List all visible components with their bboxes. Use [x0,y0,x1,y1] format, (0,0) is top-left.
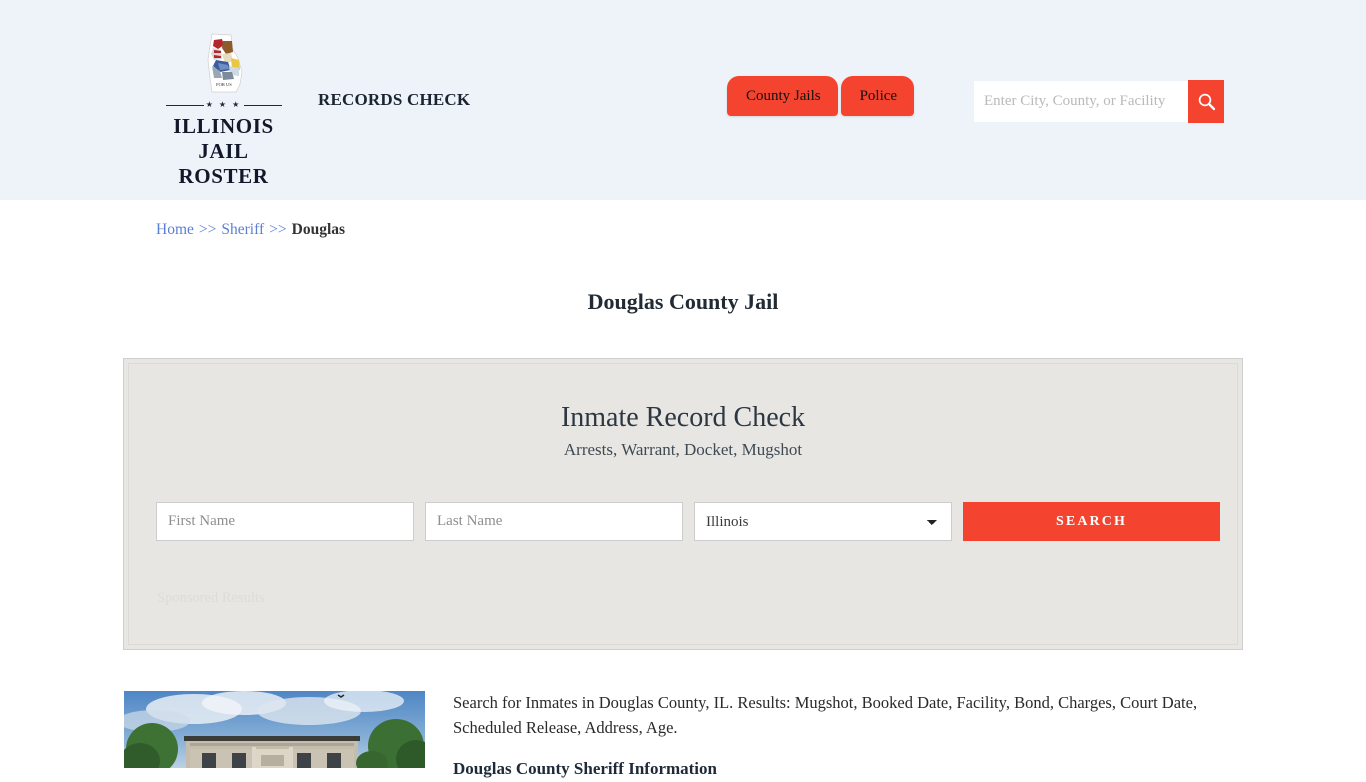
primary-nav: County Jails Police [727,76,915,116]
breadcrumb-separator-1: >> [198,221,217,238]
header-search [974,80,1224,123]
nav-county-jails[interactable]: County Jails [727,76,838,116]
last-name-input[interactable] [425,502,683,541]
sponsored-results-label: Sponsored Results [157,590,265,606]
search-icon [1198,93,1215,111]
nav-police[interactable]: Police [840,76,915,116]
search-button[interactable]: SEARCH [963,502,1220,541]
breadcrumb-home[interactable]: Home [156,221,194,238]
brand-name-line1: ILLINOIS [173,114,274,138]
panel-title: Inmate Record Check [560,402,806,433]
courthouse-thumbnail [124,691,425,768]
inmate-record-check-panel: Inmate Record Check Arrests, Warrant, Do… [123,358,1243,650]
page-title: Douglas County Jail [587,288,779,314]
header-inner: FOR US ★ ★ ★ ILLINOIS JAIL ROSTER RECORD… [123,0,1243,200]
illinois-state-seal-icon: FOR US [198,32,250,98]
header-tagline: RECORDS CHECK [318,90,471,109]
breadcrumb: Home >> Sheriff >> Douglas [156,221,345,239]
svg-text:FOR US: FOR US [216,82,232,87]
brand-divider: ★ ★ ★ [164,100,284,110]
content-subheading: Douglas County Sheriff Information [453,759,717,778]
state-select[interactable]: Illinois [694,502,952,541]
panel-inner: Inmate Record Check Arrests, Warrant, Do… [128,363,1238,645]
inmate-search-form: Illinois SEARCH [156,502,1220,541]
content-paragraph: Search for Inmates in Douglas County, IL… [453,693,1198,737]
first-name-input[interactable] [156,502,414,541]
search-submit-icon-button[interactable] [1188,80,1224,123]
brand-name-line2: JAIL ROSTER [178,139,269,188]
panel-subtitle: Arrests, Warrant, Docket, Mugshot [563,439,803,459]
site-header: FOR US ★ ★ ★ ILLINOIS JAIL ROSTER RECORD… [0,0,1366,200]
breadcrumb-current: Douglas [291,221,346,238]
site-logo[interactable]: FOR US ★ ★ ★ ILLINOIS JAIL ROSTER [156,32,291,189]
breadcrumb-sheriff[interactable]: Sheriff [221,221,264,238]
brand-stars: ★ ★ ★ [205,100,242,109]
breadcrumb-separator-2: >> [269,221,287,238]
search-input[interactable] [974,81,1188,122]
